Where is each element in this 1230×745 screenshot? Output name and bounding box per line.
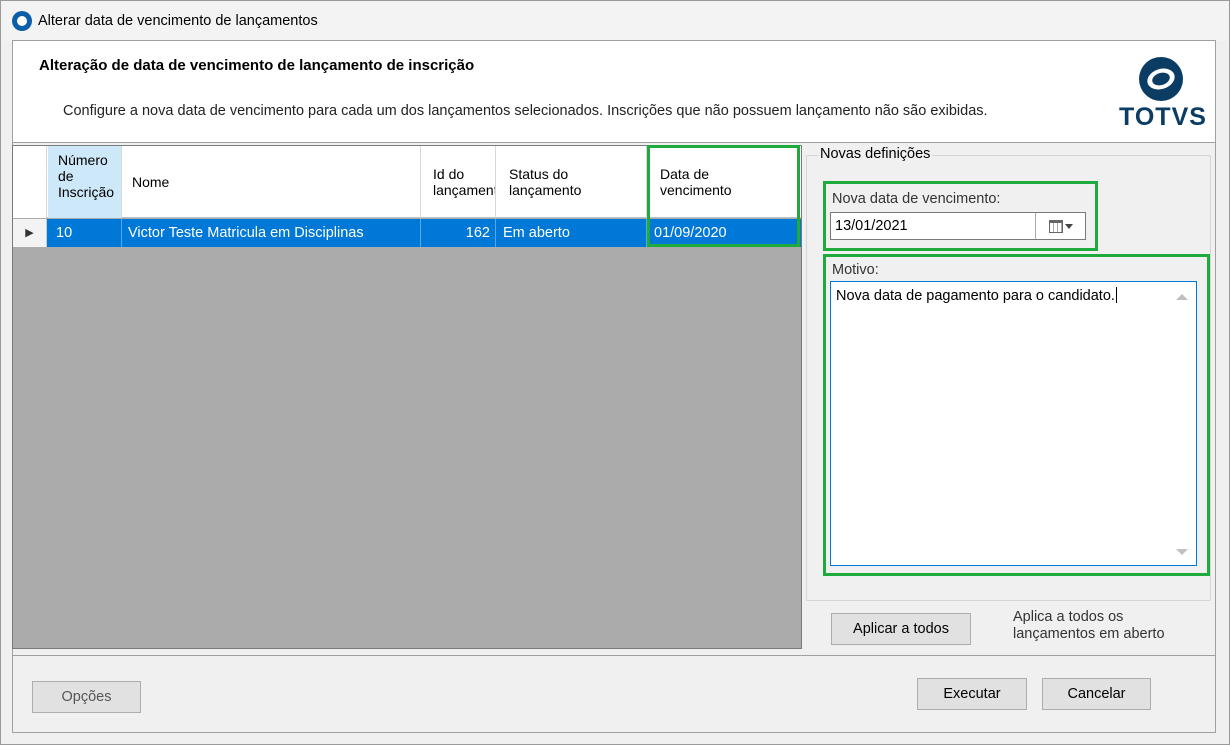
- window-title: Alterar data de vencimento de lançamento…: [38, 13, 318, 29]
- cell-nome[interactable]: Victor Teste Matricula em Disciplinas: [123, 219, 421, 247]
- totvs-mark: [1139, 57, 1183, 101]
- date-label: Nova data de vencimento:: [832, 191, 1001, 207]
- calendar-icon: [1048, 219, 1063, 233]
- header-panel: Alteração de data de vencimento de lança…: [13, 41, 1215, 143]
- date-dropdown-button[interactable]: [1035, 213, 1085, 239]
- motivo-text: Nova data de pagamento para o candidato.: [836, 288, 1115, 304]
- text-caret: [1115, 287, 1117, 303]
- opcoes-button[interactable]: Opções: [32, 681, 141, 713]
- cell-id[interactable]: 162: [422, 219, 496, 247]
- dropdown-arrow-icon: [1064, 223, 1073, 229]
- column-header-data[interactable]: Data de vencimento: [648, 146, 798, 218]
- footer-divider: [13, 655, 1215, 656]
- header-title: Alteração de data de vencimento de lança…: [39, 57, 475, 74]
- title-bar: Alterar data de vencimento de lançamento…: [1, 1, 1229, 41]
- cell-numero[interactable]: 10: [48, 219, 122, 247]
- app-icon: [12, 11, 32, 31]
- aplicar-note-text: Aplica a todos os lançamentos em aberto: [1013, 609, 1165, 642]
- header-description: Configure a nova data de vencimento para…: [63, 103, 988, 119]
- cancelar-button[interactable]: Cancelar: [1042, 678, 1151, 710]
- date-picker[interactable]: 13/01/2021: [830, 212, 1086, 240]
- cell-data-vencimento[interactable]: 01/09/2020: [648, 219, 798, 247]
- executar-button[interactable]: Executar: [917, 678, 1027, 710]
- aplicar-note: Aplica a todos os lançamentos em aberto: [1013, 609, 1203, 643]
- column-header-status[interactable]: Status do lançamento: [497, 146, 647, 218]
- totvs-logo-text: TOTVS: [1119, 103, 1207, 131]
- date-input-value[interactable]: 13/01/2021: [831, 218, 1035, 234]
- row-pointer-icon[interactable]: ▶: [13, 219, 47, 247]
- cell-status[interactable]: Em aberto: [497, 219, 647, 247]
- column-header-nome[interactable]: Nome: [123, 146, 421, 218]
- totvs-logo-icon: TOTVS: [1115, 53, 1211, 133]
- motivo-label: Motivo:: [832, 262, 879, 278]
- column-header-numero[interactable]: Número de Inscrição: [48, 146, 122, 218]
- aplicar-a-todos-button[interactable]: Aplicar a todos: [831, 613, 971, 645]
- column-header-id[interactable]: Id do lançamento: [422, 146, 496, 218]
- row-selector-header: [13, 146, 47, 218]
- table-row[interactable]: ▶ 10 Victor Teste Matricula em Disciplin…: [13, 219, 801, 247]
- motivo-textarea[interactable]: Nova data de pagamento para o candidato.: [830, 281, 1197, 566]
- scroll-down-icon[interactable]: [1176, 549, 1188, 555]
- group-legend: Novas definições: [818, 146, 933, 162]
- lancamentos-grid[interactable]: Número de Inscrição Nome Id do lançament…: [12, 145, 802, 649]
- scroll-up-icon[interactable]: [1176, 294, 1188, 300]
- grid-header: Número de Inscrição Nome Id do lançament…: [13, 146, 801, 218]
